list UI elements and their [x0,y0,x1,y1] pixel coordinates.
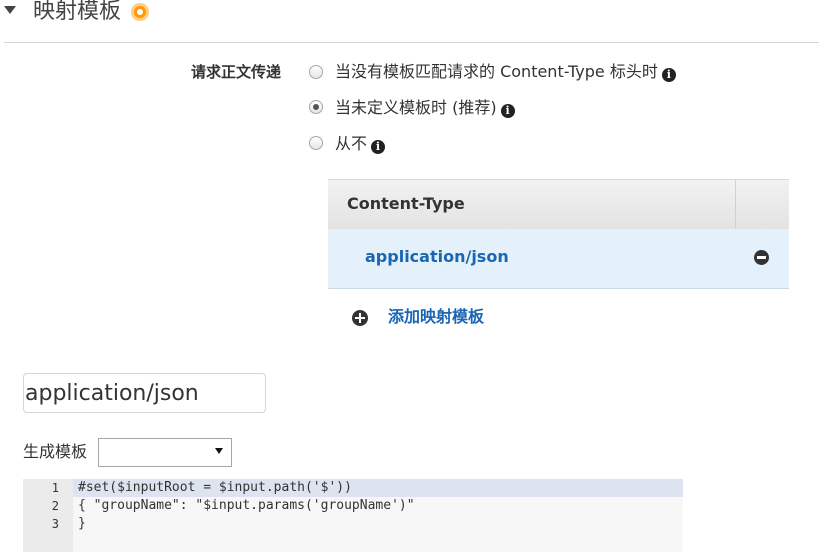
code-line[interactable]: { "groupName": "$input.params('groupName… [78,497,415,515]
radio-never-label[interactable]: 从不 i [335,134,386,154]
table-row[interactable]: application/json [328,229,789,289]
info-icon[interactable]: i [500,104,515,118]
info-icon[interactable]: i [371,140,386,154]
remove-circle-icon[interactable] [754,250,769,265]
chevron-down-icon [215,448,223,454]
content-type-table-header: Content-Type [328,179,789,230]
code-line[interactable]: #set($inputRoot = $input.path('$')) [78,479,352,497]
info-circle-icon[interactable] [131,3,149,21]
add-mapping-template-link[interactable]: 添加映射模板 [388,306,484,328]
column-divider [735,180,736,229]
content-type-input[interactable] [23,373,266,413]
section-divider [4,42,819,43]
content-type-link[interactable]: application/json [365,247,509,266]
line-number: 1 [51,481,59,495]
radio-when-no-templates[interactable] [309,100,323,114]
line-number: 3 [51,517,59,531]
passthrough-label: 请求正文传递 [191,63,282,81]
collapse-caret-icon[interactable] [4,6,16,14]
generate-template-label: 生成模板 [23,442,88,461]
radio-when-no-templates-label[interactable]: 当未定义模板时 (推荐) i [335,98,515,118]
editor-gutter: 1 2 3 [23,479,73,552]
section-title: 映射模板 [33,0,122,24]
radio-when-no-match[interactable] [309,65,323,79]
radio-never[interactable] [309,136,323,150]
generate-template-select[interactable] [98,438,232,467]
radio-when-no-match-label[interactable]: 当没有模板匹配请求的 Content-Type 标头时 i [335,62,676,82]
code-line[interactable]: } [78,515,86,533]
content-type-column-header: Content-Type [347,194,465,213]
add-circle-icon[interactable] [352,310,368,326]
line-number: 2 [51,499,59,513]
info-icon[interactable]: i [661,68,676,82]
template-code-editor[interactable]: 1 2 3 #set($inputRoot = $input.path('$')… [23,479,683,552]
